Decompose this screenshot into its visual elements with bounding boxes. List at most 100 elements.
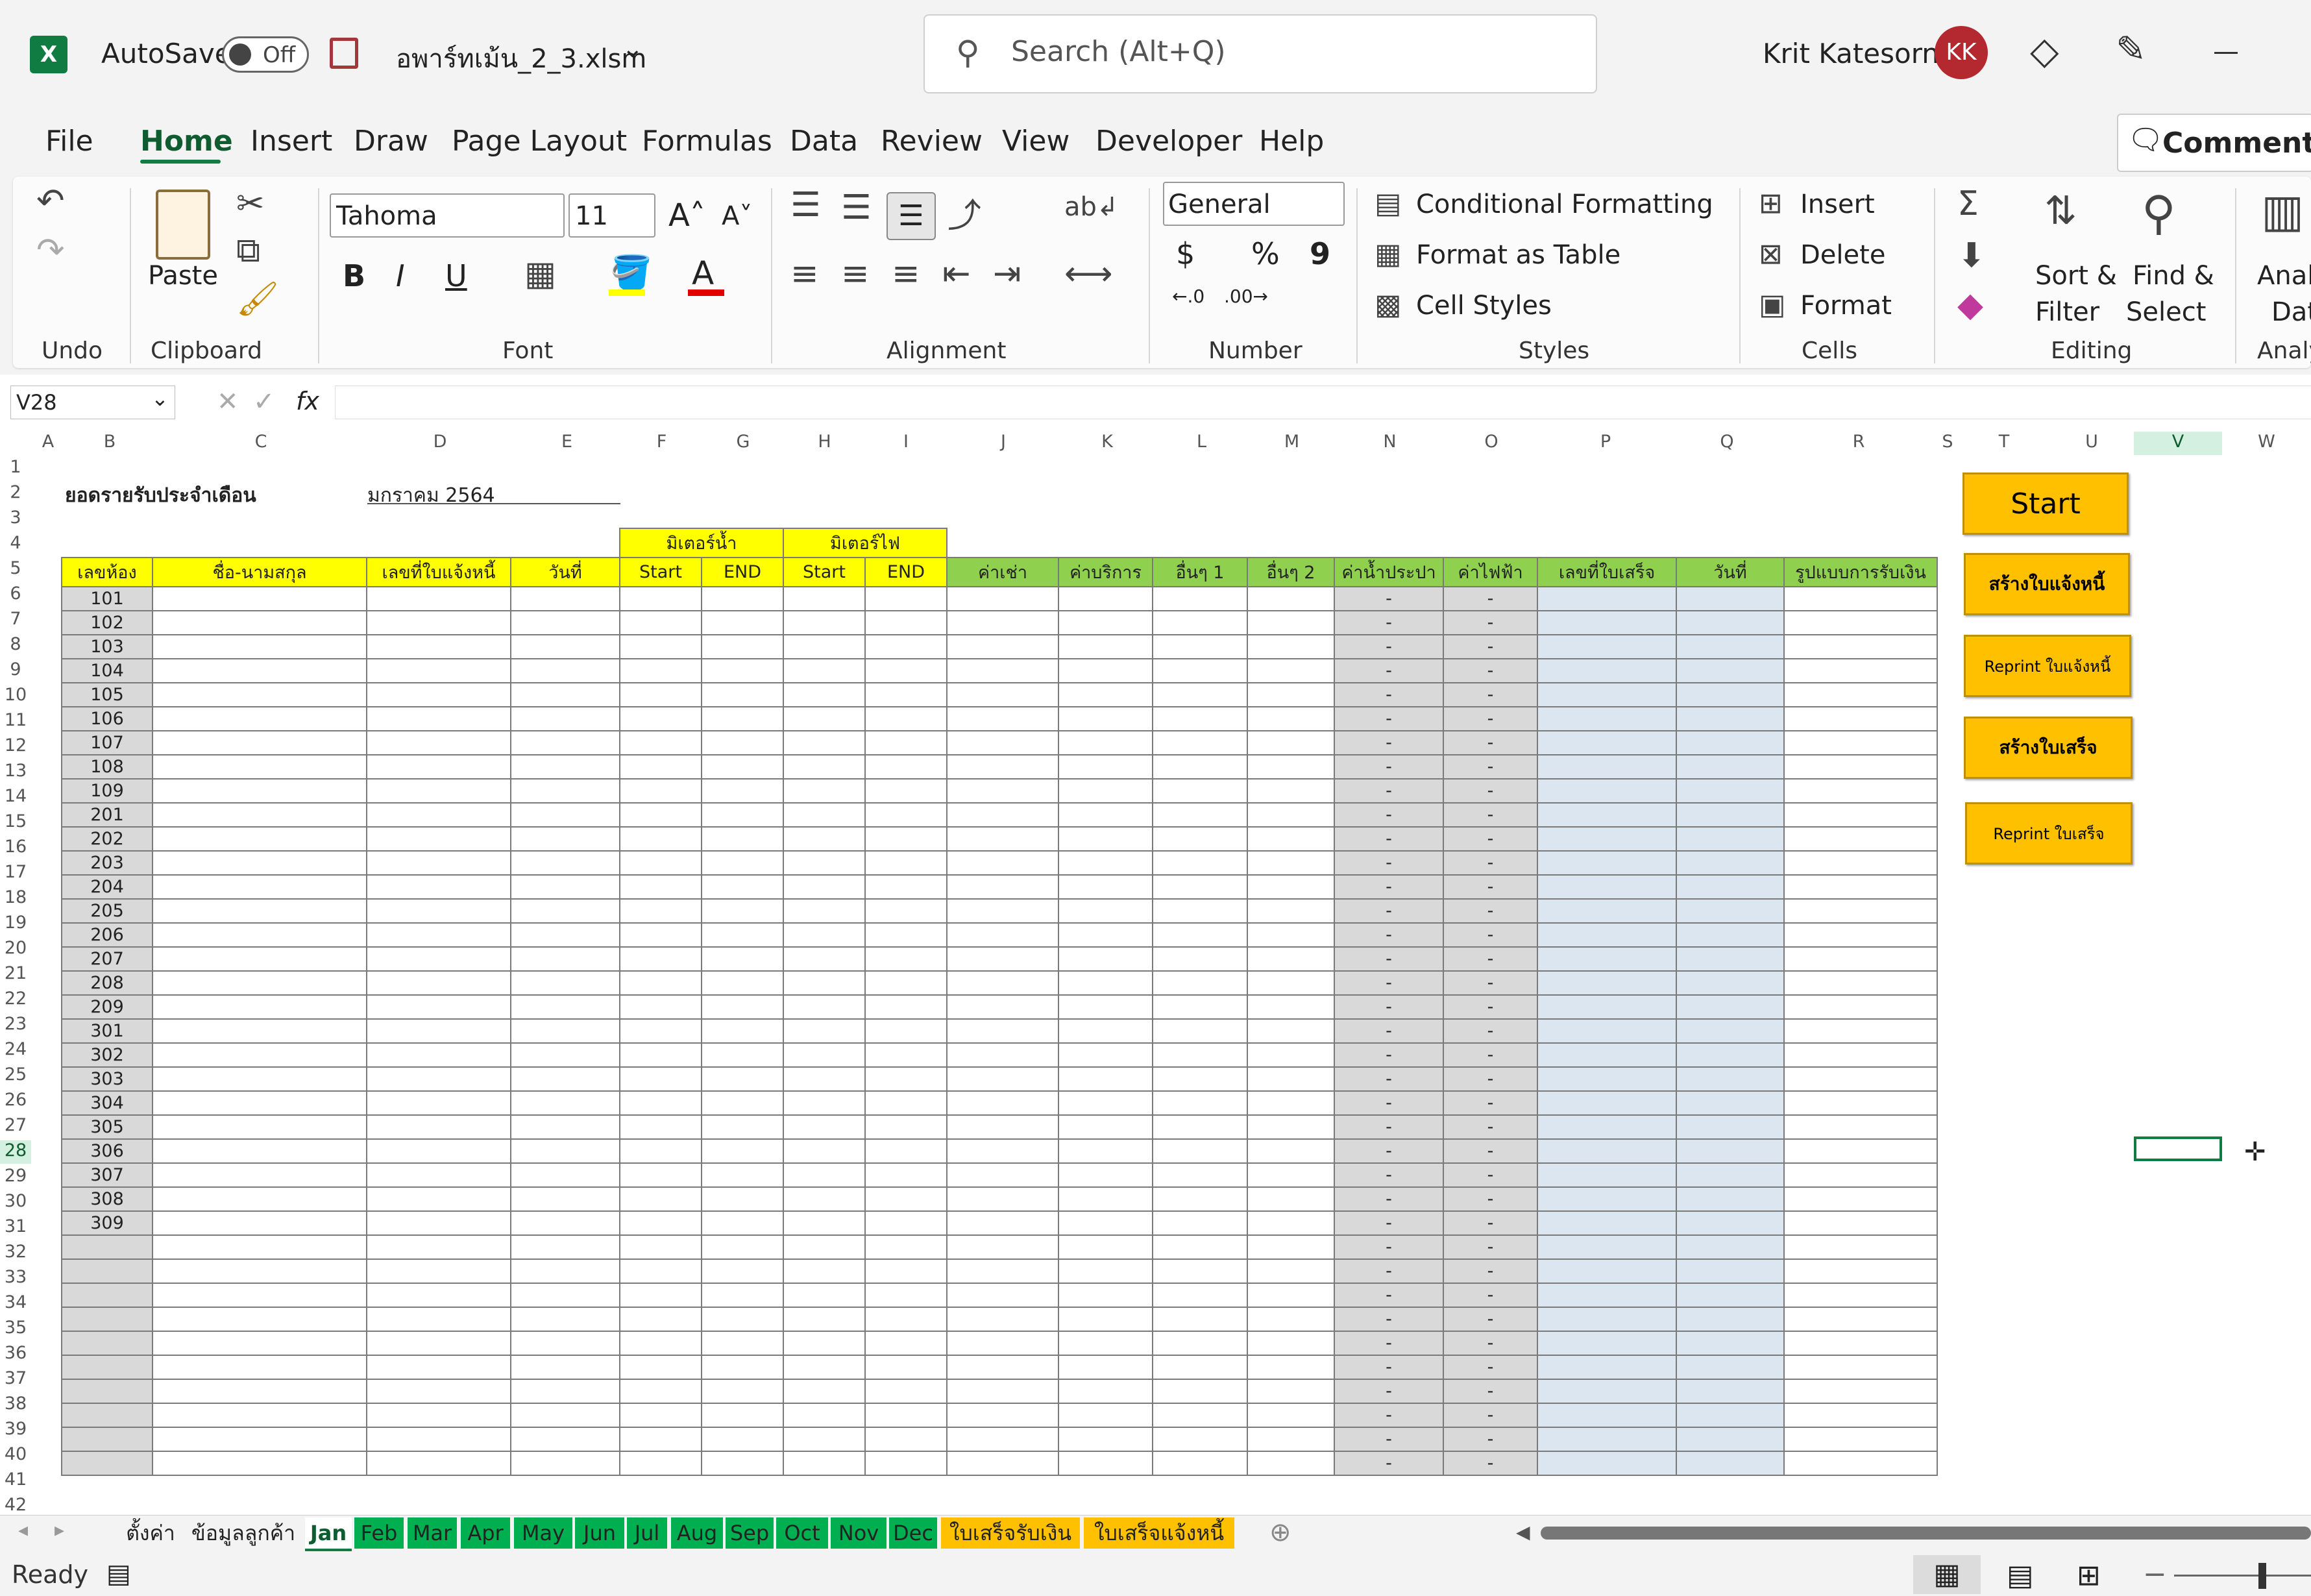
table-cell[interactable]: [152, 682, 367, 707]
table-cell[interactable]: [619, 634, 702, 659]
column-title[interactable]: ชื่อ-นามสกุล: [152, 557, 367, 587]
table-cell[interactable]: [1537, 826, 1678, 852]
table-cell[interactable]: -: [1443, 1210, 1539, 1236]
table-cell[interactable]: [1537, 730, 1678, 755]
table-cell[interactable]: [1783, 1042, 1938, 1068]
row-header[interactable]: 11: [0, 710, 31, 733]
table-cell[interactable]: [1676, 898, 1785, 924]
copy-icon[interactable]: ⧉: [236, 231, 260, 271]
table-cell[interactable]: [366, 1307, 511, 1332]
table-cell[interactable]: [1537, 1186, 1678, 1212]
table-cell[interactable]: -: [1334, 922, 1445, 948]
column-header[interactable]: N: [1335, 432, 1445, 455]
table-cell[interactable]: [619, 1258, 702, 1284]
row-header[interactable]: 5: [0, 558, 31, 582]
reprint-invoice-button[interactable]: Reprint ใบแจ้งหนี้: [1964, 635, 2131, 697]
table-cell[interactable]: [152, 970, 367, 996]
select-all-corner[interactable]: [0, 429, 31, 455]
format-table-icon[interactable]: ▦: [1375, 238, 1402, 271]
table-cell[interactable]: [510, 1307, 620, 1332]
table-cell[interactable]: [1676, 634, 1785, 659]
sheet-tab[interactable]: Feb: [354, 1517, 404, 1549]
table-cell[interactable]: [783, 994, 866, 1020]
table-cell[interactable]: [619, 1186, 702, 1212]
table-cell[interactable]: [619, 658, 702, 683]
sort-label-2[interactable]: Filter: [2035, 297, 2099, 327]
table-cell[interactable]: [783, 1234, 866, 1260]
row-header[interactable]: 33: [0, 1267, 31, 1290]
tab-review[interactable]: Review: [881, 125, 983, 158]
column-header[interactable]: B: [65, 432, 155, 455]
table-cell[interactable]: [1537, 754, 1678, 780]
table-cell[interactable]: [1783, 730, 1938, 755]
table-cell[interactable]: [152, 754, 367, 780]
table-cell[interactable]: 203: [61, 850, 153, 876]
cell-styles-icon[interactable]: ▩: [1375, 288, 1402, 321]
tab-page-layout[interactable]: Page Layout: [452, 125, 627, 158]
table-cell[interactable]: [1783, 1331, 1938, 1356]
merge-center-icon[interactable]: ⟷: [1064, 254, 1113, 293]
column-title[interactable]: เลขที่ใบเสร็จ: [1537, 557, 1678, 587]
table-cell[interactable]: [366, 1018, 511, 1044]
table-cell[interactable]: [510, 1018, 620, 1044]
table-cell[interactable]: [701, 898, 784, 924]
table-cell[interactable]: [783, 586, 866, 611]
table-cell[interactable]: [701, 1066, 784, 1092]
table-cell[interactable]: [1247, 1355, 1336, 1380]
table-cell[interactable]: [701, 1258, 784, 1284]
table-cell[interactable]: [510, 778, 620, 804]
table-cell[interactable]: [510, 1451, 620, 1476]
column-header[interactable]: D: [367, 432, 513, 455]
table-cell[interactable]: [1247, 994, 1336, 1020]
table-cell[interactable]: [510, 826, 620, 852]
table-cell[interactable]: [152, 1403, 367, 1428]
table-cell[interactable]: [510, 1283, 620, 1308]
table-cell[interactable]: -: [1334, 826, 1445, 852]
table-cell[interactable]: [61, 1234, 153, 1260]
row-header[interactable]: 25: [0, 1064, 31, 1088]
table-cell[interactable]: [1537, 1090, 1678, 1116]
table-cell[interactable]: -: [1443, 850, 1539, 876]
table-cell[interactable]: -: [1334, 682, 1445, 707]
table-cell[interactable]: [701, 1307, 784, 1332]
sheet-tab[interactable]: Oct: [776, 1517, 828, 1549]
decrease-decimal-icon[interactable]: .00→: [1224, 286, 1268, 307]
table-cell[interactable]: [510, 1331, 620, 1356]
table-cell[interactable]: [1537, 1018, 1678, 1044]
table-cell[interactable]: -: [1443, 946, 1539, 972]
table-cell[interactable]: [783, 658, 866, 683]
table-cell[interactable]: -: [1443, 1451, 1539, 1476]
italic-button[interactable]: I: [396, 258, 405, 293]
table-cell[interactable]: [946, 634, 1060, 659]
table-cell[interactable]: [701, 1114, 784, 1140]
table-cell[interactable]: [366, 1042, 511, 1068]
table-cell[interactable]: [1676, 1162, 1785, 1188]
table-cell[interactable]: [1058, 1018, 1154, 1044]
table-cell[interactable]: -: [1334, 1451, 1445, 1476]
table-cell[interactable]: [1783, 610, 1938, 635]
sheet-tab[interactable]: Jul: [627, 1517, 667, 1549]
table-cell[interactable]: -: [1334, 874, 1445, 900]
table-cell[interactable]: [510, 610, 620, 635]
table-cell[interactable]: [1247, 1307, 1336, 1332]
table-cell[interactable]: -: [1443, 682, 1539, 707]
table-cell[interactable]: [510, 682, 620, 707]
table-cell[interactable]: [946, 1379, 1060, 1404]
table-cell[interactable]: [619, 1283, 702, 1308]
table-cell[interactable]: [1152, 658, 1249, 683]
table-cell[interactable]: [783, 802, 866, 828]
analyze-label-2[interactable]: Dat: [2271, 297, 2311, 327]
table-cell[interactable]: [1152, 586, 1249, 611]
format-cells-icon[interactable]: ▣: [1759, 288, 1786, 321]
table-cell[interactable]: [946, 706, 1060, 731]
table-cell[interactable]: [1058, 1234, 1154, 1260]
table-cell[interactable]: [1247, 658, 1336, 683]
enter-icon[interactable]: ✓: [253, 387, 275, 417]
table-cell[interactable]: [946, 1186, 1060, 1212]
table-cell[interactable]: [510, 1042, 620, 1068]
table-cell[interactable]: -: [1443, 1355, 1539, 1380]
table-cell[interactable]: [783, 874, 866, 900]
row-header[interactable]: 39: [0, 1419, 31, 1442]
table-cell[interactable]: [1783, 994, 1938, 1020]
table-cell[interactable]: -: [1334, 1283, 1445, 1308]
